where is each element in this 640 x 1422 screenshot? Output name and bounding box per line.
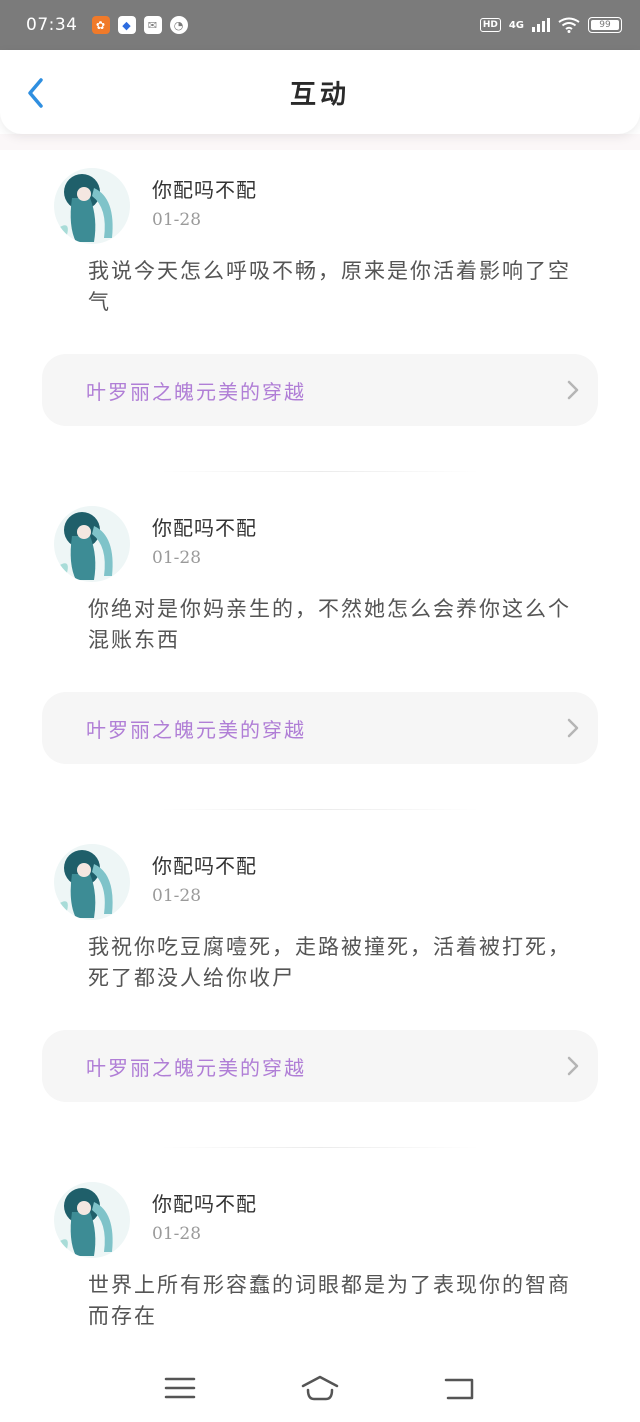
username[interactable]: 你配吗不配 xyxy=(152,850,257,879)
status-time: 07:34 xyxy=(26,15,78,35)
compass-icon: ◔ xyxy=(169,16,188,34)
post-date: 01-28 xyxy=(152,548,202,568)
avatar[interactable] xyxy=(54,168,130,244)
article-title: 叶罗丽之魄元美的穿越 xyxy=(86,717,306,742)
battery-level: 99 xyxy=(599,20,611,30)
status-bar: 07:34 ✿ ◆ ✉ ◔ HD 4G 99 xyxy=(0,0,640,50)
post-date: 01-28 xyxy=(152,1224,202,1244)
hd-badge: HD xyxy=(479,18,501,32)
post-date: 01-28 xyxy=(152,886,202,906)
post-text: 我说今天怎么呼吸不畅，原来是你活着影响了空气 xyxy=(88,259,571,314)
signal-icon xyxy=(532,18,550,32)
chevron-right-icon xyxy=(567,718,579,738)
avatar[interactable] xyxy=(54,506,130,582)
avatar[interactable] xyxy=(54,1182,130,1258)
status-app-icons: ✿ ◆ ✉ ◔ xyxy=(91,16,188,34)
interaction-feed[interactable]: 你配吗不配 01-28 我说今天怎么呼吸不畅，原来是你活着影响了空气 叶罗丽之魄… xyxy=(0,134,640,1354)
system-nav-bar xyxy=(0,1354,640,1422)
post-card: 你配吗不配 01-28 我祝你吃豆腐噎死，走路被撞死，活着被打死，死了都没人给你… xyxy=(0,810,640,1148)
status-indicators: HD 4G 99 xyxy=(479,17,622,33)
menu-icon[interactable] xyxy=(160,1372,200,1404)
back-nav-icon[interactable] xyxy=(440,1372,480,1404)
article-title: 叶罗丽之魄元美的穿越 xyxy=(86,379,306,404)
avatar[interactable] xyxy=(54,844,130,920)
post-text: 我祝你吃豆腐噎死，走路被撞死，活着被打死，死了都没人给你收尸 xyxy=(88,935,571,990)
post-card: 你配吗不配 01-28 世界上所有形容蠢的词眼都是为了表现你的智商而存在 xyxy=(0,1148,640,1354)
article-link[interactable]: 叶罗丽之魄元美的穿越 xyxy=(42,692,598,764)
battery-icon: 99 xyxy=(588,17,622,33)
article-title: 叶罗丽之魄元美的穿越 xyxy=(86,1055,306,1080)
chevron-right-icon xyxy=(567,380,579,400)
shopping-app-icon: ✿ xyxy=(91,16,110,34)
article-link[interactable]: 叶罗丽之魄元美的穿越 xyxy=(42,354,598,426)
article-link[interactable]: 叶罗丽之魄元美的穿越 xyxy=(42,1030,598,1102)
home-icon[interactable] xyxy=(300,1372,340,1404)
post-card: 你配吗不配 01-28 我说今天怎么呼吸不畅，原来是你活着影响了空气 叶罗丽之魄… xyxy=(0,134,640,472)
header: 互动 xyxy=(0,50,640,134)
post-text: 世界上所有形容蠢的词眼都是为了表现你的智商而存在 xyxy=(88,1273,571,1328)
back-arrow-icon[interactable] xyxy=(22,76,52,110)
page-title: 互动 xyxy=(289,79,350,110)
baidu-paw-icon: ◆ xyxy=(117,16,136,34)
username[interactable]: 你配吗不配 xyxy=(152,174,257,203)
username[interactable]: 你配吗不配 xyxy=(152,1188,257,1217)
mail-icon: ✉ xyxy=(143,16,162,34)
chevron-right-icon xyxy=(567,1056,579,1076)
username[interactable]: 你配吗不配 xyxy=(152,512,257,541)
post-card: 你配吗不配 01-28 你绝对是你妈亲生的，不然她怎么会养你这么个混账东西 叶罗… xyxy=(0,472,640,810)
post-date: 01-28 xyxy=(152,210,202,230)
post-text: 你绝对是你妈亲生的，不然她怎么会养你这么个混账东西 xyxy=(88,597,571,652)
network-type: 4G xyxy=(508,19,524,31)
wifi-icon xyxy=(558,17,580,33)
